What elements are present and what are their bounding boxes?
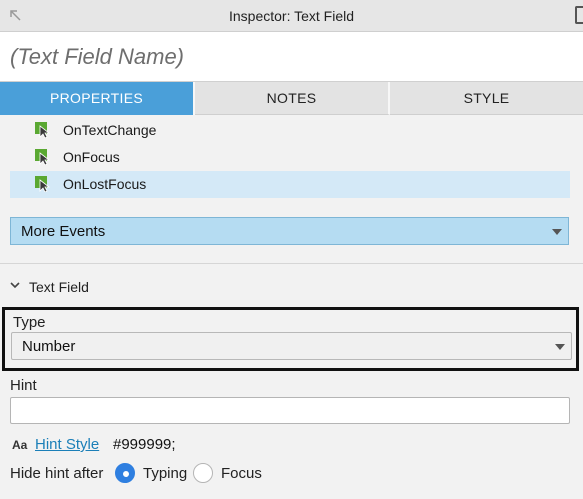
panel-toggle-icon[interactable] [575, 6, 583, 24]
tab-bar: PROPERTIES NOTES STYLE [0, 82, 583, 115]
event-label: OnLostFocus [63, 176, 147, 192]
event-label: OnTextChange [63, 122, 157, 138]
cursor-event-icon [35, 149, 51, 165]
cursor-event-icon [35, 122, 51, 138]
chevron-down-icon [555, 344, 565, 350]
event-item-onlostfocus[interactable]: OnLostFocus [10, 171, 570, 198]
hide-hint-label: Hide hint after [10, 465, 104, 482]
cursor-event-icon [35, 176, 51, 192]
hide-hint-row: Hide hint after Typing Focus [10, 463, 310, 485]
more-events-label: More Events [21, 223, 106, 240]
radio-focus-label[interactable]: Focus [221, 465, 262, 482]
type-label: Type [13, 314, 46, 331]
name-field[interactable]: (Text Field Name) [0, 32, 583, 82]
chevron-down-icon [552, 229, 562, 235]
radio-typing[interactable] [115, 463, 135, 483]
hint-style-link[interactable]: Hint Style [35, 436, 99, 453]
type-select[interactable]: Number [11, 332, 572, 360]
hint-label: Hint [10, 377, 37, 394]
hint-color-value: #999999; [113, 436, 176, 453]
tab-notes[interactable]: NOTES [195, 82, 390, 115]
window-title: Inspector: Text Field [228, 8, 355, 24]
section-label: Text Field [29, 279, 89, 295]
type-field-group: Type Number [2, 307, 579, 371]
tab-style[interactable]: STYLE [390, 82, 583, 115]
divider [0, 263, 583, 264]
tab-properties[interactable]: PROPERTIES [0, 82, 195, 115]
radio-focus[interactable] [193, 463, 213, 483]
name-field-placeholder: (Text Field Name) [10, 44, 185, 69]
type-value: Number [22, 338, 76, 355]
radio-typing-label[interactable]: Typing [143, 465, 187, 482]
event-label: OnFocus [63, 149, 120, 165]
font-style-icon: Aa [12, 438, 28, 452]
event-list: OnTextChange OnFocus OnLostFocus [10, 117, 570, 198]
event-item-onfocus[interactable]: OnFocus [10, 144, 570, 171]
hint-input[interactable] [10, 397, 570, 424]
event-item-ontextchange[interactable]: OnTextChange [10, 117, 570, 144]
more-events-dropdown[interactable]: More Events [10, 217, 569, 245]
title-bar: Inspector: Text Field [0, 0, 583, 32]
chevron-down-icon [10, 282, 20, 289]
